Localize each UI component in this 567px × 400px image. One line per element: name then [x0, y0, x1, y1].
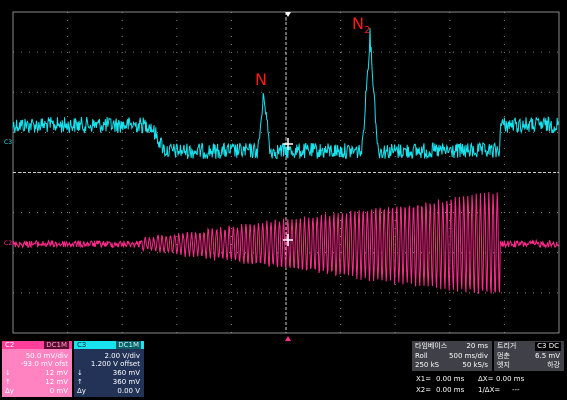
ch3-coupling-badge: DC1M	[116, 341, 141, 349]
ch3-row-3: ↑ 360 mV	[77, 378, 140, 386]
timebase-mode-row: Roll 500 ms/div	[415, 352, 488, 360]
cursor-readout-panel: X1= 0.00 ms ΔX= 0.00 ms X2= 0.00 ms 1/ΔX…	[412, 373, 564, 397]
ch2-row-2: ↓ 12 mV	[5, 369, 68, 377]
trigger-bottom-marker	[285, 336, 291, 341]
ch3-panel-header: C3 DC1M	[74, 341, 144, 349]
ch2-panel-name: C2	[5, 341, 15, 349]
ch2-row-1: -93.0 mV ofst	[20, 360, 68, 368]
ch3-settings-panel[interactable]: C3 DC1M 2.00 V/div 1.200 V offset ↓ 360 m…	[74, 341, 144, 397]
oscilloscope-screen: N N2 C3 C2 C2 DC1M 50.0 mV/div -93.0 mV …	[0, 0, 567, 400]
cursor-x1-row: X1= 0.00 ms ΔX= 0.00 ms	[416, 375, 525, 383]
ch2-row-4: Δy 0 mV	[5, 387, 68, 395]
ch2-trace-marker[interactable]: C2	[4, 240, 12, 247]
timebase-panel[interactable]: 타임베이스 20 ms Roll 500 ms/div 250 kS 50 kS/s	[412, 341, 492, 371]
trigger-source-badge: C3 DC	[535, 342, 561, 351]
ch3-row-2: ↓ 360 mV	[77, 369, 140, 377]
peak-label-n2: N2	[352, 14, 371, 36]
peak-label-n1: N	[255, 70, 267, 89]
waveform-display[interactable]	[0, 0, 567, 400]
timebase-sample-row: 250 kS 50 kS/s	[415, 361, 488, 369]
ch3-panel-name: C3	[77, 341, 87, 349]
ch3-row-4: Δy 0.00 V	[77, 387, 140, 395]
ch2-panel-header: C2 DC1M	[2, 341, 72, 349]
trigger-header: 트리거 C3 DC	[497, 342, 561, 351]
ch3-row-1: 1.200 V offset	[90, 360, 140, 368]
ch2-settings-panel[interactable]: C2 DC1M 50.0 mV/div -93.0 mV ofst ↓ 12 mV…	[2, 341, 72, 397]
trigger-panel[interactable]: 트리거 C3 DC 멈춘 6.5 mV 엣지 하강	[494, 341, 564, 371]
ch2-coupling-badge: DC1M	[44, 341, 69, 349]
timebase-header: 타임베이스 20 ms	[415, 342, 488, 350]
ch2-row-3: ↑ 12 mV	[5, 378, 68, 386]
trigger-mode-row: 멈춘 6.5 mV	[497, 352, 560, 360]
ch3-trace-marker[interactable]: C3	[4, 139, 12, 146]
cursor-x2-row: X2= 0.00 ms 1/ΔX= ---	[416, 386, 520, 394]
trigger-type-row: 엣지 하강	[497, 361, 560, 369]
